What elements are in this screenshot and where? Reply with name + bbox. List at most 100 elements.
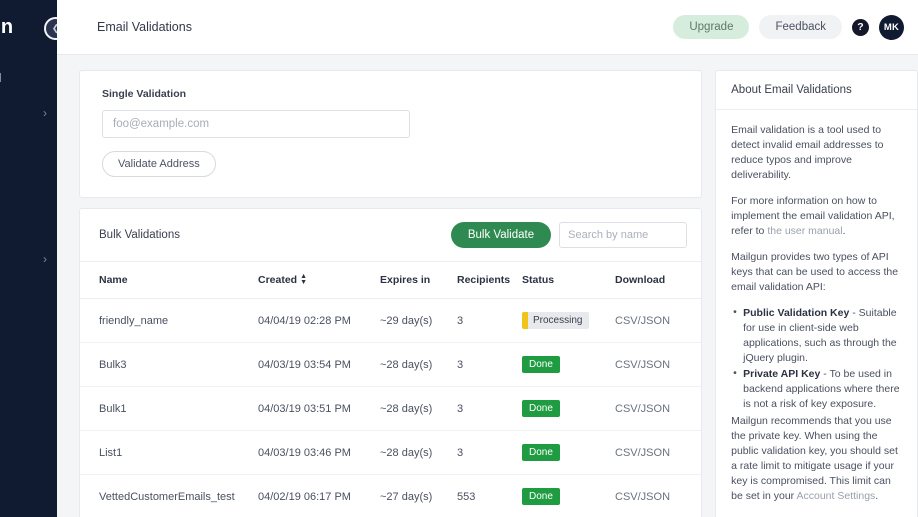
status-badge: Processing — [522, 312, 590, 330]
cell-expires: ~27 day(s) — [380, 474, 457, 517]
sidebar-nav: board ges › ions rt gs › — [0, 62, 57, 276]
table-header-row: Name Created ▲ ▼ Expires in Recipients Sta… — [80, 262, 702, 300]
about-paragraph-2: For more information on how to implement… — [731, 194, 902, 239]
feedback-button[interactable]: Feedback — [759, 15, 842, 39]
single-validation-card: Single Validation Validate Address — [79, 70, 703, 198]
download-link[interactable]: CSV/JSON — [615, 447, 670, 459]
cell-download: CSV/JSON — [615, 474, 702, 517]
column-header-expires[interactable]: Expires in — [380, 262, 457, 300]
table-row[interactable]: List1 04/03/19 03:46 PM ~28 day(s) 3 Don… — [80, 430, 702, 476]
cell-name: VettedCustomerEmails_test — [80, 474, 258, 517]
bulk-validations-header: Bulk Validations Bulk Validate — [80, 209, 702, 262]
column-header-created[interactable]: Created ▲ ▼ — [258, 262, 380, 300]
download-link[interactable]: CSV/JSON — [615, 491, 670, 503]
user-manual-link[interactable]: the user manual — [767, 225, 842, 237]
cell-recipients: 3 — [457, 386, 522, 432]
cell-download: CSV/JSON — [615, 298, 702, 344]
cell-recipients: 3 — [457, 298, 522, 344]
column-header-status[interactable]: Status — [522, 262, 615, 300]
sidebar-item-dashboard[interactable]: board — [0, 62, 57, 96]
about-card: About Email Validations Email validation… — [715, 70, 918, 517]
upgrade-button[interactable]: Upgrade — [673, 15, 750, 39]
bulk-validate-button[interactable]: Bulk Validate — [450, 222, 552, 248]
cell-created: 04/04/19 02:28 PM — [258, 298, 380, 344]
download-link[interactable]: CSV/JSON — [615, 315, 670, 327]
about-paragraph-4: Mailgun recommends that you use the priv… — [731, 414, 902, 504]
about-p2-post: . — [842, 225, 846, 237]
help-icon[interactable]: ? — [852, 18, 869, 36]
api-key-list: Public Validation Key - Suitable for use… — [731, 305, 902, 412]
sidebar-item-validations[interactable]: ions — [0, 174, 57, 208]
single-validation-label: Single Validation — [102, 88, 187, 100]
cell-download: CSV/JSON — [615, 386, 702, 432]
chevron-right-icon: › — [43, 106, 47, 120]
bulk-validations-title: Bulk Validations — [99, 229, 180, 241]
column-header-name[interactable]: Name — [80, 262, 258, 300]
about-p4-post: . — [875, 490, 879, 502]
sidebar-item-label: board — [0, 73, 1, 85]
table-row[interactable]: friendly_name 04/04/19 02:28 PM ~29 day(… — [80, 298, 702, 344]
avatar[interactable]: MK — [879, 14, 904, 40]
bulk-validations-actions: Bulk Validate — [450, 222, 688, 248]
about-paragraph-3: Mailgun provides two types of API keys t… — [731, 251, 899, 293]
about-heading: About Email Validations — [716, 71, 917, 110]
table-row[interactable]: VettedCustomerEmails_test 04/02/19 06:17… — [80, 474, 702, 517]
download-link[interactable]: CSV/JSON — [615, 359, 670, 371]
column-header-created-label: Created — [258, 274, 298, 286]
main-column: Single Validation Validate Address Bulk … — [79, 70, 703, 517]
api-key-term: Private API Key — [743, 368, 821, 380]
column-header-recipients[interactable]: Recipients — [457, 262, 522, 300]
status-badge: Done — [522, 400, 560, 418]
table-row[interactable]: Bulk1 04/03/19 03:51 PM ~28 day(s) 3 Don… — [80, 386, 702, 432]
table-row[interactable]: Bulk3 04/03/19 03:54 PM ~28 day(s) 3 Don… — [80, 342, 702, 388]
column-header-download[interactable]: Download — [615, 262, 702, 300]
page-title: Email Validations — [97, 20, 192, 34]
cell-status: Done — [522, 386, 615, 432]
table-body: friendly_name 04/04/19 02:28 PM ~29 day(… — [80, 298, 702, 517]
sidebar-item-support[interactable]: rt — [0, 208, 57, 242]
list-item: Private API Key - To be used in backend … — [731, 366, 902, 412]
list-item: Public Validation Key - Suitable for use… — [731, 305, 902, 366]
content-area: Email Validations Upgrade Feedback ? MK … — [57, 0, 918, 517]
cell-status: Done — [522, 342, 615, 388]
about-body: Email validation is a tool used to detec… — [716, 110, 917, 517]
chevron-right-icon: › — [43, 252, 47, 266]
about-panel: About Email Validations Email validation… — [715, 70, 918, 517]
status-badge: Done — [522, 488, 560, 506]
cell-recipients: 3 — [457, 430, 522, 476]
sidebar-item-messages[interactable]: ges › — [0, 96, 57, 130]
status-badge: Done — [522, 444, 560, 462]
cell-expires: ~28 day(s) — [380, 342, 457, 388]
bulk-validations-card: Bulk Validations Bulk Validate Name Crea… — [79, 208, 703, 517]
table-head: Name Created ▲ ▼ Expires in Recipients Sta… — [80, 262, 702, 300]
account-settings-link[interactable]: Account Settings — [797, 490, 876, 502]
download-link[interactable]: CSV/JSON — [615, 403, 670, 415]
app-root: gun board ges › ions rt g — [0, 0, 918, 517]
validate-address-button[interactable]: Validate Address — [102, 151, 216, 177]
single-validation-input[interactable] — [102, 110, 410, 138]
cell-status: Processing — [522, 298, 615, 344]
cell-created: 04/02/19 06:17 PM — [258, 474, 380, 517]
cell-name: friendly_name — [80, 298, 258, 344]
cell-created: 04/03/19 03:51 PM — [258, 386, 380, 432]
cell-recipients: 3 — [457, 342, 522, 388]
cell-created: 04/03/19 03:46 PM — [258, 430, 380, 476]
search-input[interactable] — [559, 222, 688, 248]
about-paragraph-1: Email validation is a tool used to detec… — [731, 124, 884, 181]
cell-name: Bulk1 — [80, 386, 258, 432]
cell-download: CSV/JSON — [615, 430, 702, 476]
cell-status: Done — [522, 474, 615, 517]
status-badge: Done — [522, 356, 560, 374]
cell-name: Bulk3 — [80, 342, 258, 388]
cell-download: CSV/JSON — [615, 342, 702, 388]
cell-expires: ~29 day(s) — [380, 298, 457, 344]
api-key-term: Public Validation Key — [743, 307, 850, 319]
sidebar-item-unknown[interactable] — [0, 130, 57, 164]
top-bar: Email Validations Upgrade Feedback ? MK — [57, 0, 918, 55]
sort-caret-icon[interactable]: ▲ ▼ — [300, 273, 307, 286]
cell-created: 04/03/19 03:54 PM — [258, 342, 380, 388]
about-p4-pre: Mailgun recommends that you use the priv… — [731, 415, 898, 502]
sidebar-item-settings[interactable]: gs › — [0, 242, 57, 276]
left-sidebar: gun board ges › ions rt g — [0, 0, 57, 517]
cell-expires: ~28 day(s) — [380, 386, 457, 432]
